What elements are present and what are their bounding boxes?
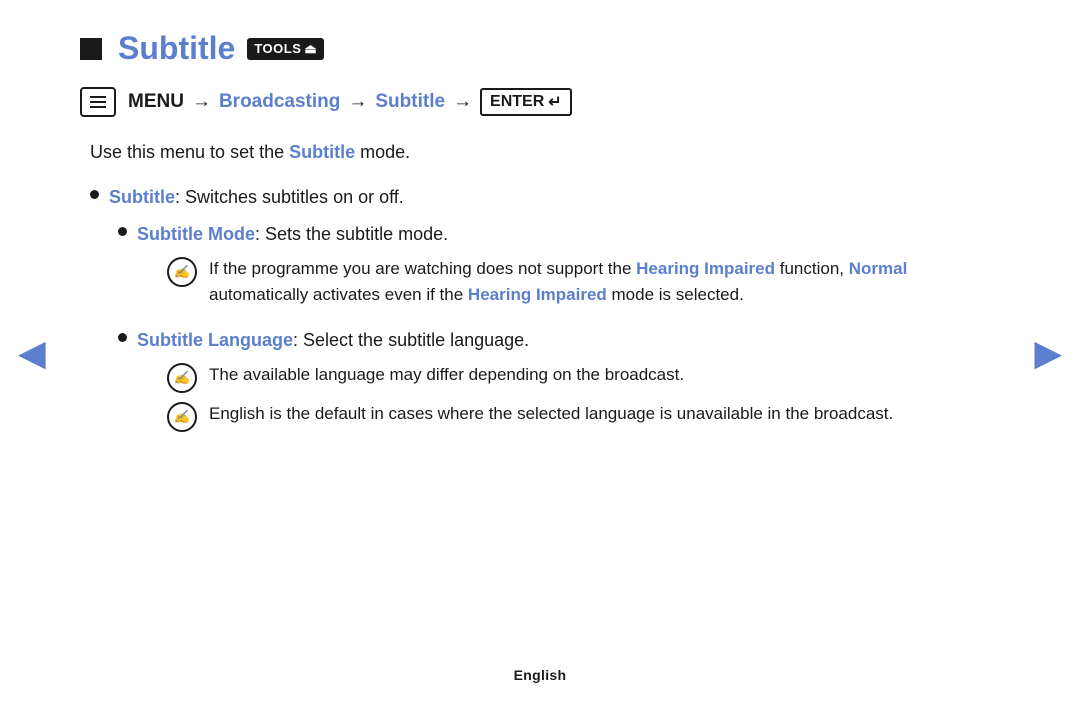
note-icon-3: ✍ — [167, 402, 197, 432]
note-3-text: English is the default in cases where th… — [209, 401, 893, 427]
sub-bullet-list: Subtitle Mode: Sets the subtitle mode. ✍… — [118, 221, 1000, 440]
bullet-dot-1 — [90, 190, 99, 199]
arrow-2: → — [348, 91, 367, 113]
note-1-text: If the programme you are watching does n… — [209, 256, 1000, 309]
sub-bullet-1-suffix: : Sets the subtitle mode. — [255, 224, 448, 244]
sub-bullet-1-text: Subtitle Mode: Sets the subtitle mode. — [137, 224, 448, 244]
note-3: ✍ English is the default in cases where … — [167, 401, 893, 432]
black-square-icon — [80, 38, 102, 60]
menu-lines — [90, 96, 106, 108]
tools-badge: TOOLS⏏ — [247, 38, 324, 60]
nav-right-arrow[interactable]: ▶ — [1034, 332, 1062, 374]
nav-left-arrow[interactable]: ◀ — [18, 332, 46, 374]
note-1-before: If the programme you are watching does n… — [209, 259, 636, 278]
note-1-link3: Hearing Impaired — [468, 285, 607, 304]
note-1-link2: Normal — [849, 259, 908, 278]
intro-text-before: Use this menu to set the — [90, 142, 289, 162]
sub-item-1-content: Subtitle Mode: Sets the subtitle mode. ✍… — [137, 221, 1000, 317]
sub-bullet-dot-2 — [118, 333, 127, 342]
note-1-after: mode is selected. — [607, 285, 744, 304]
note-1: ✍ If the programme you are watching does… — [167, 256, 1000, 309]
main-content: Use this menu to set the Subtitle mode. … — [80, 139, 1000, 440]
intro-text-after: mode. — [355, 142, 410, 162]
intro-subtitle-link: Subtitle — [289, 142, 355, 162]
footer-language: English — [514, 667, 567, 683]
sub-bullet-2-link: Subtitle Language — [137, 330, 293, 350]
intro-paragraph: Use this menu to set the Subtitle mode. — [90, 139, 1000, 166]
tools-label: TOOLS — [254, 41, 301, 56]
breadcrumb-subtitle: Subtitle — [375, 91, 445, 113]
tools-icon-symbol: ⏏ — [304, 41, 317, 57]
bullet-1-link: Subtitle — [109, 187, 175, 207]
note-2-text: The available language may differ depend… — [209, 362, 893, 388]
breadcrumb: MENU → Broadcasting → Subtitle → ENTER↵ — [80, 87, 1000, 117]
arrow-1: → — [192, 91, 211, 113]
note-1-middle2: automatically activates even if the — [209, 285, 468, 304]
list-item-subtitle: Subtitle: Switches subtitles on or off. — [90, 184, 1000, 211]
menu-icon — [80, 87, 116, 117]
bullet-1-suffix: : Switches subtitles on or off. — [175, 187, 404, 207]
note-1-middle1: function, — [775, 259, 849, 278]
sub-bullet-1-link: Subtitle Mode — [137, 224, 255, 244]
menu-line-2 — [90, 101, 106, 103]
sub-item-2-content: Subtitle Language: Select the subtitle l… — [137, 327, 893, 440]
menu-label: MENU — [128, 91, 184, 113]
breadcrumb-broadcasting: Broadcasting — [219, 91, 340, 113]
sub-bullet-dot-1 — [118, 227, 127, 236]
page-container: Subtitle TOOLS⏏ MENU → Broadcasting → Su… — [0, 0, 1080, 705]
list-item-subtitle-language: Subtitle Language: Select the subtitle l… — [118, 327, 1000, 440]
menu-line-3 — [90, 106, 106, 108]
enter-icon: ENTER↵ — [480, 88, 572, 116]
list-item-subtitle-mode: Subtitle Mode: Sets the subtitle mode. ✍… — [118, 221, 1000, 317]
sub-bullet-2-suffix: : Select the subtitle language. — [293, 330, 529, 350]
bullet-1-text: Subtitle: Switches subtitles on or off. — [109, 184, 404, 211]
note-icon-1: ✍ — [167, 257, 197, 287]
note-2: ✍ The available language may differ depe… — [167, 362, 893, 393]
note-icon-2: ✍ — [167, 363, 197, 393]
enter-arrow-icon: ↵ — [548, 92, 561, 112]
sub-bullet-2-text: Subtitle Language: Select the subtitle l… — [137, 330, 529, 350]
enter-label: ENTER — [490, 93, 544, 111]
note-1-link1: Hearing Impaired — [636, 259, 775, 278]
page-header: Subtitle TOOLS⏏ — [80, 30, 1000, 67]
menu-line-1 — [90, 96, 106, 98]
arrow-3: → — [453, 91, 472, 113]
page-title: Subtitle — [118, 30, 235, 67]
bullet-list: Subtitle: Switches subtitles on or off. — [90, 184, 1000, 211]
